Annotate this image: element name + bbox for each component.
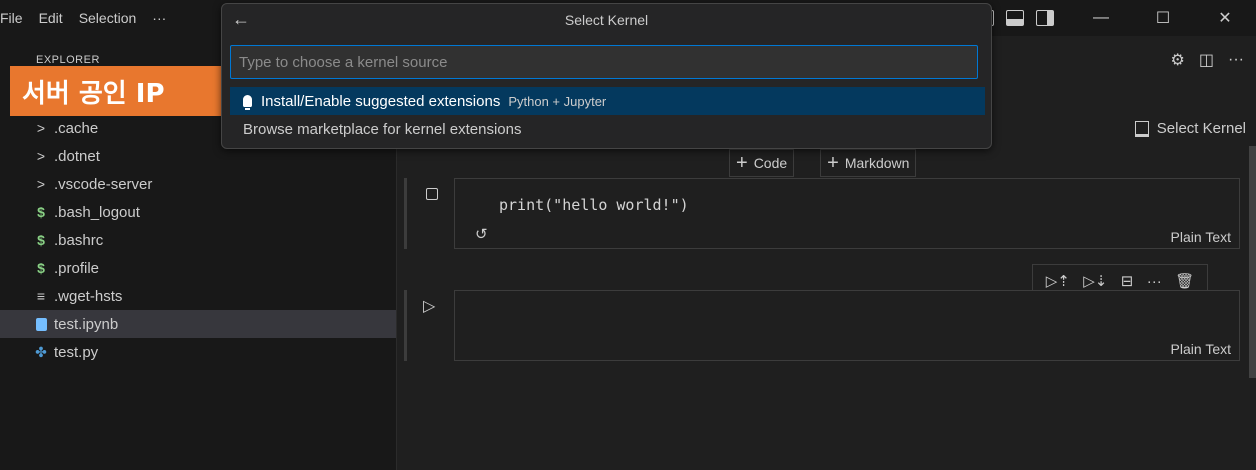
- run-cell-icon[interactable]: ▷: [423, 296, 435, 316]
- cell-code[interactable]: print("hello world!"): [499, 196, 689, 214]
- menu-selection[interactable]: Selection: [71, 0, 145, 36]
- run-above-icon[interactable]: ▷⇡: [1046, 272, 1070, 290]
- split-editor-icon[interactable]: ◫: [1199, 50, 1214, 70]
- server-icon: [1134, 120, 1149, 137]
- file-tree: > .cache > .dotnet > .vscode-server $ .b…: [0, 114, 396, 366]
- menu-bar: File Edit Selection ···: [0, 0, 174, 36]
- tree-item-wget-hsts[interactable]: ≡ .wget-hsts: [0, 282, 396, 310]
- add-markdown-label: Markdown: [844, 155, 910, 171]
- select-kernel-button[interactable]: Select Kernel: [1134, 120, 1246, 137]
- history-icon[interactable]: ↺: [475, 225, 488, 243]
- cell-focus-bar: [404, 290, 407, 361]
- more-actions-icon[interactable]: ···: [1228, 51, 1244, 69]
- notebook-shape: [35, 317, 47, 331]
- notebook-file-icon: [32, 317, 50, 331]
- quick-pick-item-label: Install/Enable suggested extensions: [261, 92, 501, 110]
- gear-icon[interactable]: ⚙: [1171, 50, 1185, 70]
- close-button[interactable]: ✕: [1194, 0, 1256, 36]
- quick-pick-item-browse-marketplace[interactable]: Browse marketplace for kernel extensions: [230, 115, 985, 143]
- cell-focus-bar: [404, 178, 407, 249]
- chevron-right-icon: >: [36, 120, 46, 136]
- minimize-button[interactable]: —: [1070, 0, 1132, 36]
- menu-edit[interactable]: Edit: [31, 0, 71, 36]
- run-below-icon[interactable]: ▷⇣: [1083, 272, 1107, 290]
- tree-item-profile[interactable]: $ .profile: [0, 254, 396, 282]
- toggle-panel-icon[interactable]: [1006, 10, 1024, 26]
- window-controls: — ☐ ✕: [970, 0, 1256, 36]
- tree-item-label: .vscode-server: [54, 175, 153, 193]
- menu-file[interactable]: File: [0, 0, 31, 36]
- quick-pick-header: ← Select Kernel: [222, 4, 991, 36]
- add-code-button[interactable]: + Code: [729, 149, 795, 177]
- plus-icon: +: [736, 152, 748, 174]
- toggle-secondary-sidebar-icon[interactable]: [1036, 10, 1054, 26]
- stop-execution-icon[interactable]: [426, 188, 438, 200]
- scrollbar[interactable]: [1249, 146, 1256, 378]
- python-file-icon: ✤: [35, 343, 47, 360]
- tree-item-label: test.ipynb: [54, 315, 119, 333]
- annotation-badge: 서버 공인 IP: [10, 66, 221, 116]
- quick-pick-title: Select Kernel: [564, 12, 649, 28]
- cell-language-label[interactable]: Plain Text: [1171, 229, 1231, 245]
- tree-item-label: .dotnet: [54, 147, 100, 165]
- code-cell[interactable]: print("hello world!") ↺ Plain Text: [454, 178, 1240, 249]
- quick-pick-item-label: Browse marketplace for kernel extensions: [243, 120, 522, 138]
- tree-item-label: .bashrc: [54, 231, 104, 249]
- tree-item-label: .cache: [54, 119, 99, 137]
- tree-item-label: .profile: [54, 259, 100, 277]
- quick-pick-item-install-extensions[interactable]: Install/Enable suggested extensions Pyth…: [230, 87, 985, 115]
- text-file-icon: ≡: [36, 288, 46, 304]
- back-arrow-icon[interactable]: ←: [232, 9, 250, 30]
- kernel-source-input[interactable]: [230, 45, 978, 79]
- kernel-quick-pick: ← Select Kernel Install/Enable suggested…: [221, 3, 992, 149]
- tree-item-vscode-server[interactable]: > .vscode-server: [0, 170, 396, 198]
- menu-more[interactable]: ···: [144, 0, 174, 36]
- editor-actions: ⚙ ◫ ···: [1171, 50, 1244, 70]
- add-cell-buttons: + Code + Markdown: [729, 149, 917, 177]
- tree-item-bash-logout[interactable]: $ .bash_logout: [0, 198, 396, 226]
- shell-script-icon: $: [37, 260, 45, 276]
- chevron-right-icon: >: [36, 148, 46, 164]
- quick-pick-list: Install/Enable suggested extensions Pyth…: [230, 87, 985, 143]
- tree-item-label: .bash_logout: [54, 203, 140, 221]
- select-kernel-label: Select Kernel: [1156, 120, 1246, 137]
- delete-icon[interactable]: 🗑: [1175, 272, 1194, 290]
- quick-pick-item-description: Python + Jupyter: [508, 93, 607, 109]
- add-code-label: Code: [753, 155, 788, 171]
- tree-item-test-py[interactable]: ✤ test.py: [0, 338, 396, 366]
- shell-script-icon: $: [37, 204, 45, 220]
- add-markdown-button[interactable]: + Markdown: [820, 149, 917, 177]
- explorer-title: EXPLORER: [36, 54, 100, 66]
- tree-item-test-ipynb[interactable]: test.ipynb: [0, 310, 396, 338]
- cell-language-label[interactable]: Plain Text: [1171, 341, 1231, 357]
- shell-script-icon: $: [37, 232, 45, 248]
- plus-icon: +: [827, 152, 839, 174]
- tree-item-label: .wget-hsts: [54, 287, 123, 305]
- maximize-button[interactable]: ☐: [1132, 0, 1194, 36]
- lightbulb-icon: [243, 95, 252, 110]
- chevron-right-icon: >: [36, 176, 46, 192]
- code-cell[interactable]: Plain Text: [454, 290, 1240, 361]
- tree-item-label: test.py: [54, 343, 99, 361]
- tree-item-bashrc[interactable]: $ .bashrc: [0, 226, 396, 254]
- split-cell-icon[interactable]: ⊟: [1121, 272, 1134, 290]
- more-icon[interactable]: ···: [1147, 273, 1162, 290]
